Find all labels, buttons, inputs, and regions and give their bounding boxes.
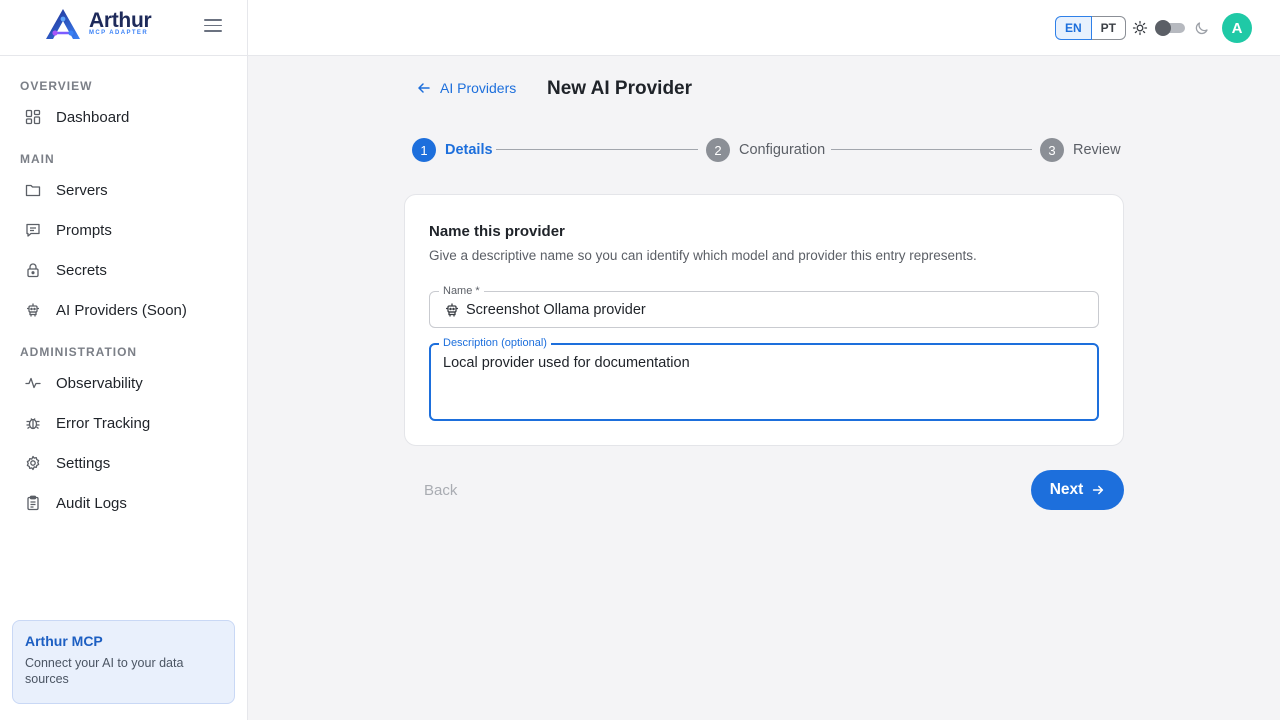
sidebar-item-audit-logs[interactable]: Audit Logs	[16, 485, 232, 521]
sidebar-item-settings[interactable]: Settings	[16, 445, 232, 481]
dashboard-icon	[24, 108, 42, 126]
sidebar-item-secrets[interactable]: Secrets	[16, 252, 232, 288]
sidebar-item-servers[interactable]: Servers	[16, 172, 232, 208]
promo-title: Arthur MCP	[25, 633, 103, 649]
robot-icon	[446, 303, 458, 317]
step-label: Configuration	[739, 142, 826, 158]
folder-icon	[24, 181, 42, 199]
sidebar-item-label: Dashboard	[56, 108, 130, 126]
gear-icon	[24, 454, 42, 472]
promo-description: Connect your AI to your data sources	[25, 656, 184, 686]
description-field[interactable]: Description (optional) Local provider us…	[429, 336, 1099, 421]
step-connector	[496, 149, 698, 150]
name-input[interactable]	[466, 292, 1086, 327]
description-textarea[interactable]: Local provider used for documentation	[443, 353, 1083, 413]
language-button-pt[interactable]: PT	[1091, 16, 1127, 40]
back-link-ai-providers[interactable]: AI Providers	[416, 80, 516, 96]
sidebar-item-dashboard[interactable]: Dashboard	[16, 99, 232, 135]
moon-icon	[1195, 22, 1208, 35]
sidebar-item-label: Settings	[56, 454, 111, 472]
card-title: Name this provider	[429, 223, 565, 240]
clipboard-icon	[24, 494, 42, 512]
bug-icon	[24, 414, 42, 432]
sidebar-item-observability[interactable]: Observability	[16, 365, 232, 401]
sidebar-item-label: Prompts	[56, 221, 112, 239]
page-title: New AI Provider	[547, 78, 693, 99]
step-details: 1 Details	[412, 138, 493, 162]
avatar[interactable]: A	[1222, 13, 1252, 43]
language-switcher: EN PT	[1055, 16, 1127, 40]
sidebar-item-label: Servers	[56, 181, 108, 199]
card-description: Give a descriptive name so you can ident…	[429, 248, 977, 263]
theme-toggle[interactable]	[1155, 20, 1185, 36]
sidebar-item-label: Secrets	[56, 261, 107, 279]
step-connector	[831, 149, 1032, 150]
hamburger-menu-icon[interactable]	[204, 19, 222, 37]
next-button[interactable]: Next	[1031, 470, 1124, 510]
sidebar-item-prompts[interactable]: Prompts	[16, 212, 232, 248]
brand-header: Arthur MCP ADAPTER	[0, 0, 247, 56]
arthur-logo-icon	[46, 9, 80, 39]
back-button[interactable]: Back	[412, 474, 469, 506]
name-field[interactable]: Name *	[429, 284, 1099, 328]
section-label-overview: OVERVIEW	[20, 79, 93, 93]
language-button-en[interactable]: EN	[1055, 16, 1092, 40]
lock-icon	[24, 261, 42, 279]
step-label: Details	[445, 142, 493, 158]
sidebar-item-label: Observability	[56, 374, 143, 392]
top-bar: EN PT A	[248, 0, 1280, 56]
robot-icon	[24, 301, 42, 319]
sidebar-item-label: AI Providers (Soon)	[56, 301, 187, 319]
provider-details-card: Name this provider Give a descriptive na…	[404, 194, 1124, 446]
step-label: Review	[1073, 142, 1121, 158]
sun-icon	[1132, 20, 1148, 36]
activity-icon	[24, 374, 42, 392]
sidebar-item-ai-providers[interactable]: AI Providers (Soon)	[16, 292, 232, 328]
back-link-label: AI Providers	[440, 80, 517, 96]
section-label-administration: ADMINISTRATION	[20, 345, 138, 359]
step-configuration: 2 Configuration	[706, 138, 825, 162]
description-field-label: Description (optional)	[439, 336, 551, 350]
step-number: 2	[706, 138, 730, 162]
step-number: 3	[1040, 138, 1064, 162]
promo-card: Arthur MCP Connect your AI to your data …	[12, 620, 235, 704]
arrow-left-icon	[418, 83, 430, 93]
next-button-label: Next	[1049, 481, 1084, 498]
section-label-main: MAIN	[20, 152, 55, 166]
sidebar: Arthur MCP ADAPTER OVERVIEW Dashboard MA…	[0, 0, 248, 720]
brand-subtitle: MCP ADAPTER	[89, 30, 149, 36]
sidebar-item-label: Error Tracking	[56, 414, 151, 432]
step-number: 1	[412, 138, 436, 162]
sidebar-item-label: Audit Logs	[56, 494, 127, 512]
step-review: 3 Review	[1040, 138, 1121, 162]
message-icon	[24, 221, 42, 239]
arrow-right-icon	[1093, 485, 1104, 495]
sidebar-item-error-tracking[interactable]: Error Tracking	[16, 405, 232, 441]
